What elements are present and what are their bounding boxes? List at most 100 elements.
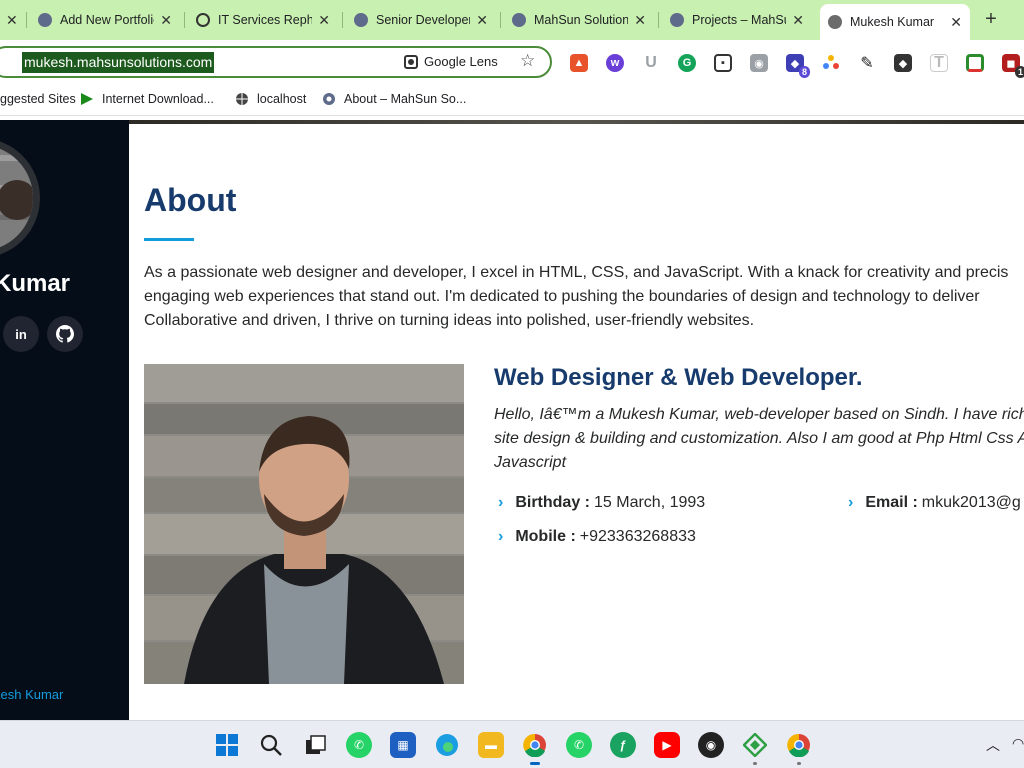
github-icon[interactable]	[47, 316, 83, 352]
tab-mahsun-solutions[interactable]: MahSun Solutions ✕	[504, 6, 654, 34]
info-birthday: › Birthday : 15 March, 1993	[498, 494, 705, 512]
extension-icon[interactable]: ◆	[894, 54, 912, 72]
bookmark-label: About – MahSun So...	[344, 92, 467, 106]
bookmark-about-mahsun[interactable]: About – MahSun So...	[322, 92, 466, 106]
chrome-icon[interactable]	[522, 732, 548, 765]
wifi-icon[interactable]: ◠	[1012, 735, 1024, 752]
section-title: About	[144, 182, 237, 218]
url-text[interactable]: mukesh.mahsunsolutions.com	[22, 52, 215, 73]
search-icon[interactable]	[258, 732, 284, 758]
lens-icon	[404, 54, 418, 69]
chrome-favicon-icon	[354, 13, 368, 27]
globe-icon	[828, 15, 842, 29]
tab-title: IT Services Rephrase	[218, 13, 313, 27]
play-arrow-icon	[80, 92, 94, 106]
close-icon[interactable]: ✕	[160, 12, 172, 29]
chevron-right-icon: ›	[498, 528, 504, 545]
close-icon[interactable]: ✕	[476, 12, 488, 29]
tab-partial[interactable]: ✕	[0, 6, 22, 34]
tab-it-services[interactable]: IT Services Rephrase ✕	[188, 6, 338, 34]
role-description: Hello, Iâ€™m a Mukesh Kumar, web-develop…	[494, 403, 1024, 475]
app-icon[interactable]: ƒ	[610, 732, 636, 758]
dots-extension-icon[interactable]	[822, 54, 840, 72]
tab-title: Projects – MahSun	[692, 13, 786, 27]
file-explorer-icon[interactable]: ▬	[478, 732, 504, 758]
title-underline	[144, 238, 194, 241]
extension-icon[interactable]	[966, 54, 984, 72]
role-title: Web Designer & Web Developer.	[494, 364, 863, 391]
whatsapp-business-icon[interactable]: ✆	[566, 732, 592, 758]
bookmark-star-icon[interactable]: ☆	[520, 51, 535, 71]
extension-icon[interactable]: U	[642, 54, 660, 72]
info-email: › Email : mkuk2013@g	[848, 494, 1021, 512]
web-page: Kumar in kesh Kumar About As a passionat…	[0, 120, 1024, 720]
tab-strip: ✕ Add New Portfolio ✕ IT Services Rephra…	[0, 0, 1024, 40]
chrome-profile-icon[interactable]	[786, 732, 812, 765]
role-desc-line: Javascript	[494, 454, 567, 471]
close-icon[interactable]: ✕	[792, 12, 804, 29]
bookmarks-bar: ggested Sites Internet Download... local…	[0, 84, 1024, 116]
chrome-favicon-icon	[670, 13, 684, 27]
info-value: mkuk2013@g	[921, 494, 1021, 511]
edge-icon[interactable]	[434, 732, 460, 758]
profile-photo	[144, 364, 464, 684]
close-icon[interactable]: ✕	[634, 12, 646, 29]
tab-title: Add New Portfolio	[60, 13, 155, 27]
google-lens-button[interactable]: Google Lens	[404, 54, 498, 69]
bookmark-label: Internet Download...	[102, 92, 214, 106]
image-icon[interactable]: ▪	[714, 54, 732, 72]
lens-label: Google Lens	[424, 54, 498, 69]
extension-badge: 8	[798, 66, 810, 78]
github-icon[interactable]: ◉	[698, 732, 724, 758]
extension-icon[interactable]: w	[606, 54, 624, 72]
shield-icon[interactable]: ◼ 1	[1002, 54, 1024, 78]
intro-line: Collaborative and driven, I thrive on tu…	[144, 312, 755, 329]
hero-image-edge	[129, 120, 1024, 124]
info-label: Birthday :	[515, 494, 590, 511]
footer-credit[interactable]: kesh Kumar	[0, 687, 63, 702]
avatar	[0, 138, 40, 258]
tab-add-new-portfolio[interactable]: Add New Portfolio ✕	[30, 6, 180, 34]
extension-icon[interactable]: ▲	[570, 54, 588, 72]
store-icon[interactable]: ▦	[390, 732, 416, 758]
info-mobile: › Mobile : +923363268833	[498, 528, 696, 546]
youtube-icon[interactable]: ▶	[654, 732, 680, 758]
sidebar: Kumar in kesh Kumar	[0, 120, 129, 720]
taskbar: ✆ ▦ ▬ ✆ ƒ ▶ ◉ ︿ ◠	[0, 720, 1024, 768]
tab-senior-developer[interactable]: Senior Developer ✕	[346, 6, 496, 34]
info-value: 15 March, 1993	[594, 494, 706, 511]
chevron-up-icon[interactable]: ︿	[986, 735, 1000, 755]
close-icon[interactable]: ✕	[6, 12, 18, 29]
bookmark-label: ggested Sites	[0, 92, 76, 106]
sidebar-name: Kumar	[0, 270, 71, 297]
camera-icon[interactable]: ◉	[750, 54, 768, 72]
chrome-favicon-icon	[322, 92, 336, 106]
extension-icon[interactable]: ◆ 8	[786, 54, 810, 78]
globe-icon	[235, 92, 249, 106]
chevron-right-icon: ›	[848, 494, 854, 511]
info-value: +923363268833	[579, 528, 696, 545]
info-label: Mobile :	[515, 528, 576, 545]
task-view-icon[interactable]	[302, 732, 328, 758]
bookmark-localhost[interactable]: localhost	[235, 92, 306, 106]
chevron-right-icon: ›	[498, 494, 504, 511]
tab-mukesh-kumar[interactable]: Mukesh Kumar ✕	[820, 4, 970, 40]
chrome-favicon-icon	[512, 13, 526, 27]
tab-title: Mukesh Kumar	[850, 15, 935, 29]
new-tab-button[interactable]: +	[980, 8, 1002, 32]
whatsapp-icon[interactable]: ✆	[346, 732, 372, 758]
close-icon[interactable]: ✕	[950, 14, 962, 31]
linkedin-icon[interactable]: in	[3, 316, 39, 352]
extension-badge: 1	[1014, 66, 1024, 78]
close-icon[interactable]: ✕	[318, 12, 330, 29]
grammarly-icon[interactable]: G	[678, 54, 696, 72]
app-icon[interactable]	[742, 732, 768, 765]
text-extension-icon[interactable]: T	[930, 54, 948, 72]
bookmark-suggested-sites[interactable]: ggested Sites	[0, 92, 76, 106]
eyedropper-icon[interactable]: ✎	[858, 54, 876, 72]
browser-toolbar: mukesh.mahsunsolutions.com Google Lens ☆…	[0, 40, 1024, 84]
tab-title: Senior Developer	[376, 13, 471, 27]
windows-start-icon[interactable]	[214, 732, 240, 758]
bookmark-internet-download[interactable]: Internet Download...	[80, 92, 214, 106]
tab-projects-mahsun[interactable]: Projects – MahSun ✕	[662, 6, 812, 34]
